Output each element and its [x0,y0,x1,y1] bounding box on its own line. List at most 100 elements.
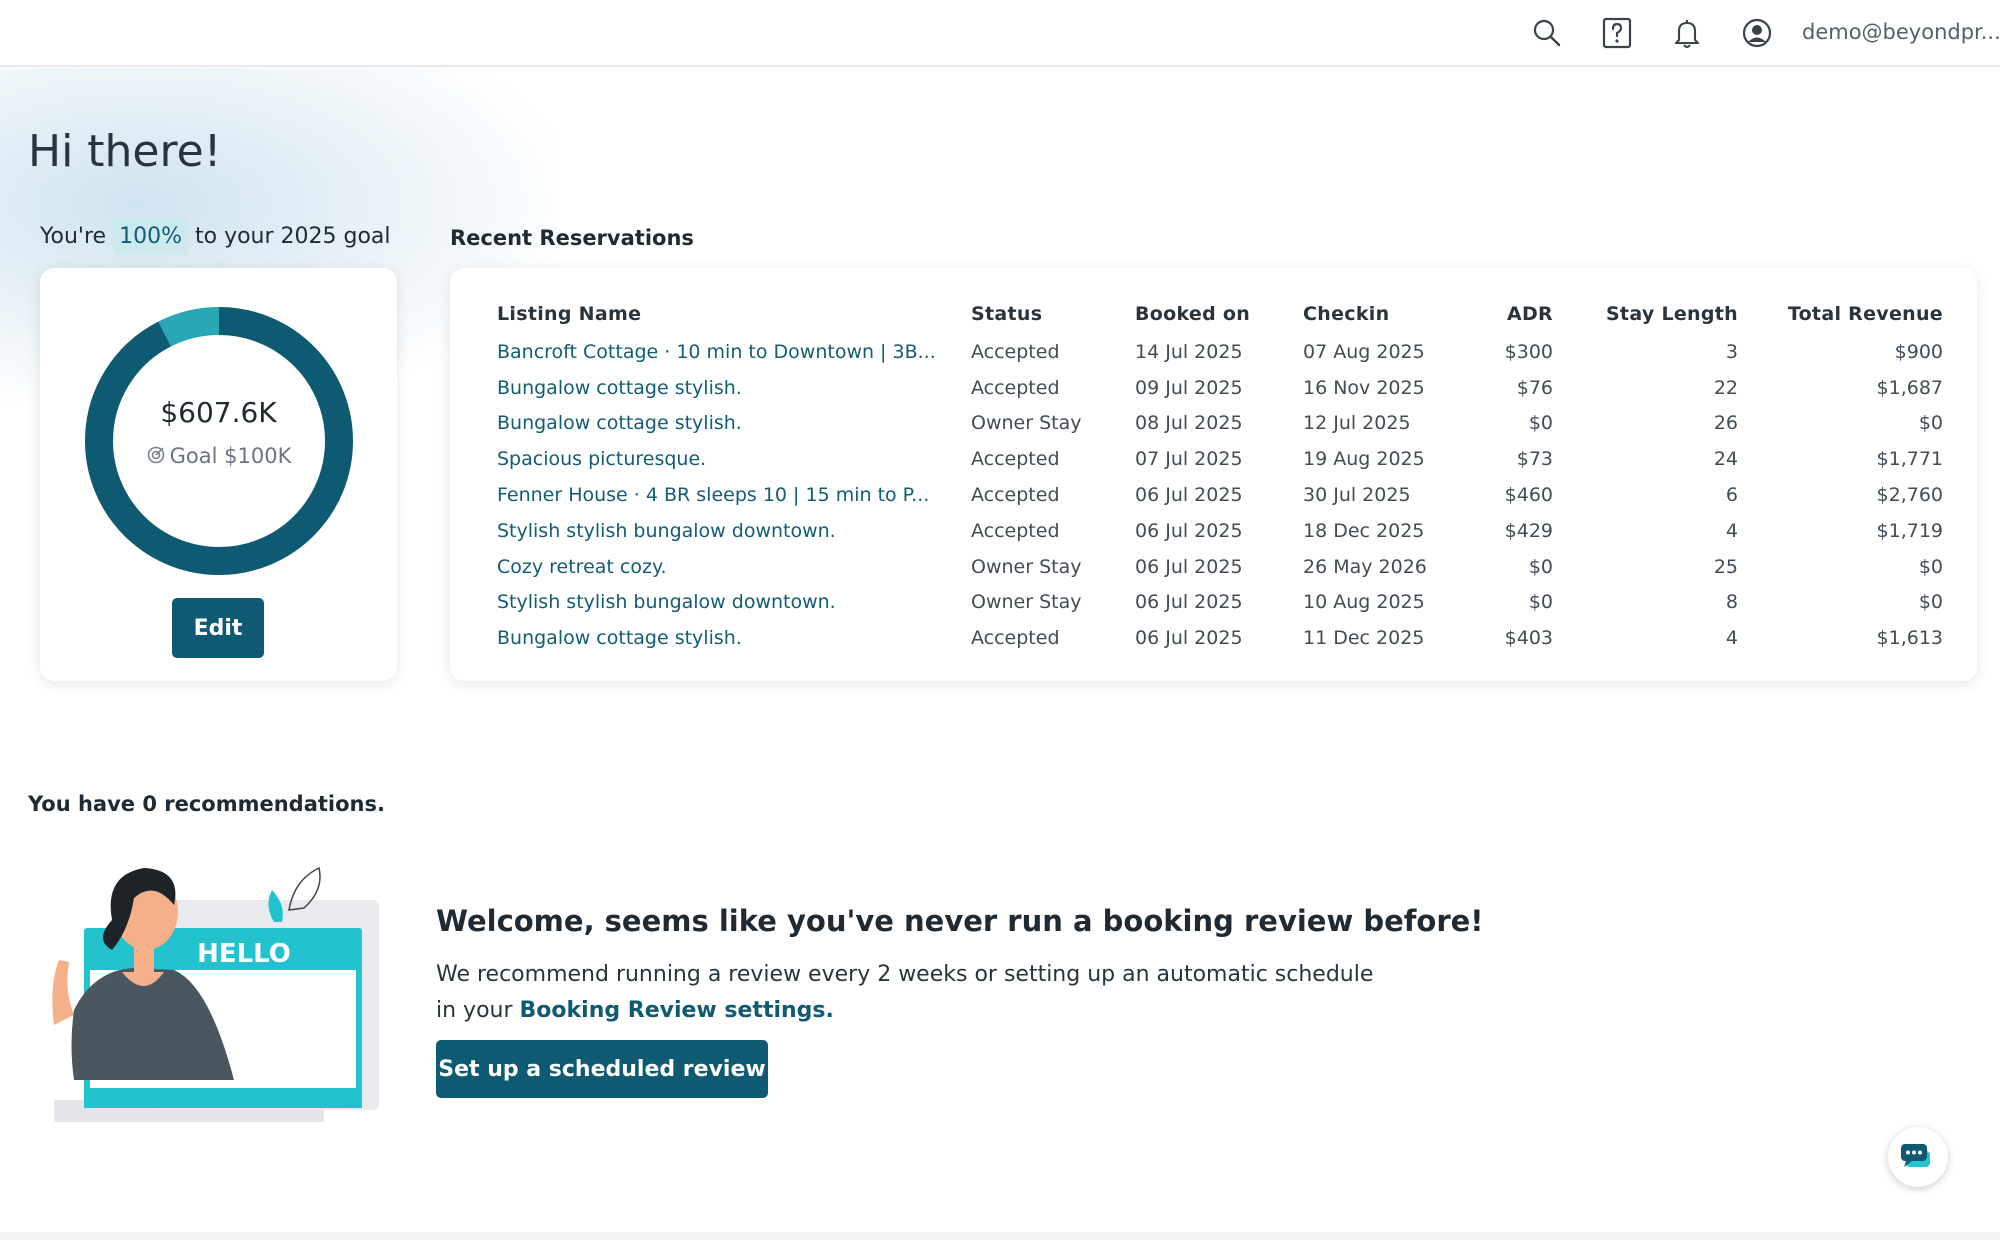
cell-listing-name: Fenner House · 4 BR sleeps 10 | 15 min t… [497,477,971,513]
cell-status: Owner Stay [971,555,1082,578]
cell-listing-name: Bungalow cottage stylish. [497,406,971,442]
table-row[interactable]: Spacious picturesque. Accepted 07 Jul 2025… [497,441,1943,477]
listing-link[interactable]: Fenner House · 4 BR sleeps 10 | 15 min t… [497,484,929,506]
table-header-row: Listing Name Status Booked on Checkin AD… [497,294,1943,334]
column-header-adr[interactable]: ADR [1453,294,1553,334]
table-row[interactable]: Bungalow cottage stylish. Owner Stay 08 Ju… [497,406,1943,442]
listing-link[interactable]: Cozy retreat cozy. [497,556,667,578]
cell-status: Accepted [971,484,1060,507]
user-email[interactable]: demo@beyondpr... [1802,20,2000,44]
cell-adr: $429 [1504,519,1553,542]
listing-link[interactable]: Stylish stylish bungalow downtown. [497,591,836,613]
cell-adr: $73 [1516,448,1553,471]
donut-progress-ring [85,307,353,575]
reservations-table: Listing Name Status Booked on Checkin AD… [497,294,1943,656]
cell-listing-name: Spacious picturesque. [497,441,971,477]
help-icon[interactable] [1600,16,1634,50]
cell-total-revenue: $0 [1918,412,1943,435]
set-up-scheduled-review-button[interactable]: Set up a scheduled review [436,1040,768,1098]
hello-text: HELLO [197,939,291,969]
cell-status: Owner Stay [971,412,1082,435]
cell-total-revenue: $0 [1918,555,1943,578]
goal-percent-badge: 100% [113,218,188,255]
cell-total-revenue: $1,613 [1876,627,1943,650]
cell-booked-on: 06 Jul 2025 [1135,555,1243,578]
column-header-total-revenue[interactable]: Total Revenue [1738,294,1943,334]
table-row[interactable]: Fenner House · 4 BR sleeps 10 | 15 min t… [497,477,1943,513]
listing-link[interactable]: Bungalow cottage stylish. [497,377,742,399]
cell-booked-on: 09 Jul 2025 [1135,376,1243,399]
cell-stay-length: 26 [1713,412,1738,435]
table-row[interactable]: Bancroft Cottage · 10 min to Downtown | … [497,334,1943,370]
cell-total-revenue: $0 [1918,591,1943,614]
goal-summary: You're 100% to your 2025 goal [40,218,391,255]
cell-listing-name: Stylish stylish bungalow downtown. [497,513,971,549]
cell-checkin: 11 Dec 2025 [1303,627,1425,650]
reservations-card: Listing Name Status Booked on Checkin AD… [450,268,1977,681]
cell-adr: $403 [1504,627,1553,650]
column-header-stay-length[interactable]: Stay Length [1553,294,1738,334]
listing-link[interactable]: Bungalow cottage stylish. [497,412,742,434]
cell-adr: $76 [1516,376,1553,399]
cell-status: Accepted [971,376,1060,399]
cell-checkin: 19 Aug 2025 [1303,448,1425,471]
listing-link[interactable]: Bungalow cottage stylish. [497,627,742,649]
cell-adr: $300 [1504,340,1553,363]
cell-listing-name: Stylish stylish bungalow downtown. [497,585,971,621]
cell-booked-on: 14 Jul 2025 [1135,340,1243,363]
table-row[interactable]: Bungalow cottage stylish. Accepted 09 Jul … [497,370,1943,406]
cell-checkin: 26 May 2026 [1303,555,1427,578]
listing-link[interactable]: Stylish stylish bungalow downtown. [497,520,836,542]
goal-revenue-value: $607.6K [160,396,277,429]
edit-goal-button[interactable]: Edit [172,598,264,658]
goal-prefix: You're [40,224,107,249]
cell-checkin: 30 Jul 2025 [1303,484,1411,507]
cell-adr: $0 [1528,555,1553,578]
cell-booked-on: 06 Jul 2025 [1135,484,1243,507]
cell-stay-length: 8 [1725,591,1738,614]
column-header-status[interactable]: Status [971,294,1135,334]
search-icon[interactable] [1530,16,1564,50]
welcome-body: We recommend running a review every 2 we… [436,957,1376,1029]
cell-checkin: 12 Jul 2025 [1303,412,1411,435]
recommendations-count: You have 0 recommendations. [28,792,385,816]
column-header-listing-name[interactable]: Listing Name [497,294,971,334]
goal-target: Goal $100K [40,444,397,468]
cell-status: Accepted [971,340,1060,363]
bell-icon[interactable] [1670,16,1704,50]
table-row[interactable]: Stylish stylish bungalow downtown. Accept… [497,513,1943,549]
cell-total-revenue: $1,719 [1876,519,1943,542]
cell-stay-length: 4 [1725,627,1738,650]
goal-donut-chart [85,307,353,575]
cell-status: Accepted [971,448,1060,471]
cell-total-revenue: $1,687 [1876,376,1943,399]
cell-stay-length: 4 [1725,519,1738,542]
column-header-checkin[interactable]: Checkin [1303,294,1453,334]
cell-status: Accepted [971,519,1060,542]
reservations-title: Recent Reservations [450,226,694,250]
cell-listing-name: Bungalow cottage stylish. [497,370,971,406]
table-row[interactable]: Stylish stylish bungalow downtown. Owner … [497,585,1943,621]
cell-booked-on: 06 Jul 2025 [1135,591,1243,614]
cell-checkin: 07 Aug 2025 [1303,340,1425,363]
listing-link[interactable]: Spacious picturesque. [497,448,706,470]
cell-total-revenue: $2,760 [1876,484,1943,507]
cell-total-revenue: $900 [1894,340,1943,363]
goal-card: $607.6K Goal $100K Edit [40,268,397,681]
cell-booked-on: 08 Jul 2025 [1135,412,1243,435]
listing-link[interactable]: Bancroft Cottage · 10 min to Downtown | … [497,341,936,363]
top-bar: demo@beyondpr... [0,0,2000,67]
page-title: Hi there! [28,126,222,177]
cell-stay-length: 22 [1713,376,1738,399]
table-row[interactable]: Bungalow cottage stylish. Accepted 06 Jul … [497,620,1943,656]
account-icon[interactable] [1740,16,1774,50]
cell-status: Owner Stay [971,591,1082,614]
chat-button[interactable] [1888,1127,1948,1187]
cell-stay-length: 25 [1713,555,1738,578]
booking-review-settings-link[interactable]: Booking Review settings. [520,998,834,1023]
cell-listing-name: Bancroft Cottage · 10 min to Downtown | … [497,334,971,370]
goal-suffix: to your 2025 goal [194,224,391,249]
goal-target-label: Goal $100K [169,444,292,468]
column-header-booked-on[interactable]: Booked on [1135,294,1303,334]
table-row[interactable]: Cozy retreat cozy. Owner Stay 06 Jul 2025 2… [497,549,1943,585]
